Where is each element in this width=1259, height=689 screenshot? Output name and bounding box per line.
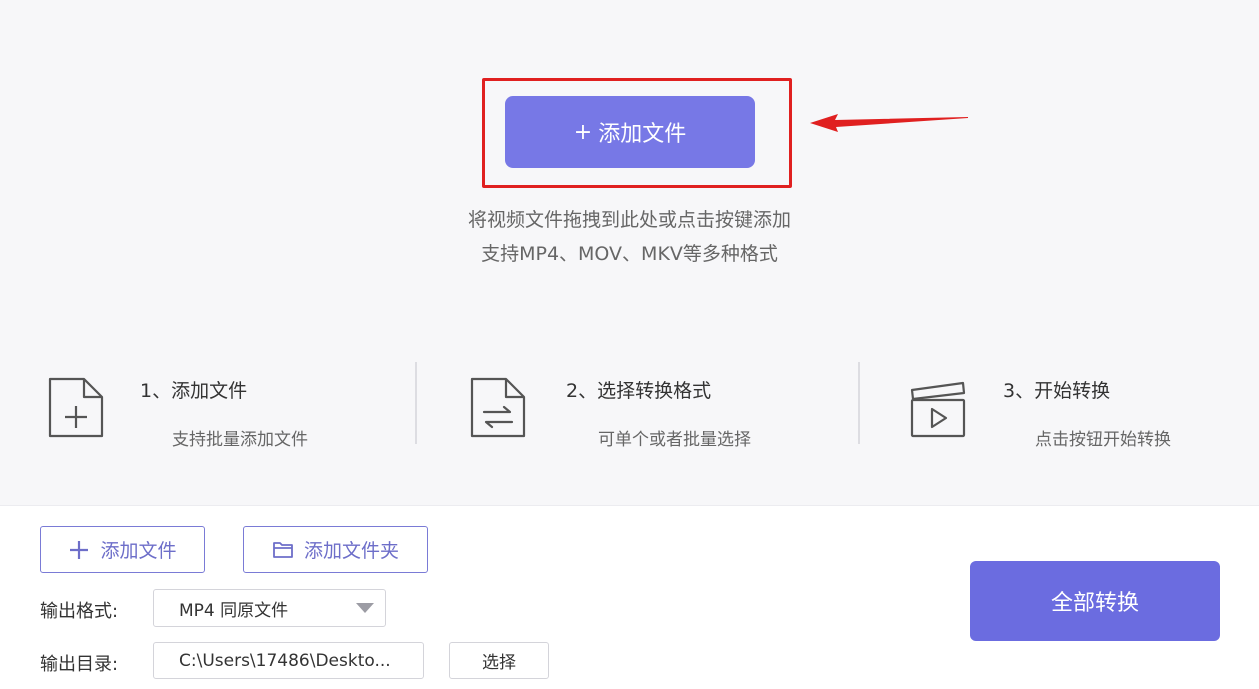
step-1-title: 1、添加文件 [140, 380, 248, 402]
output-format-label: 输出格式: [40, 601, 119, 622]
step-3-desc: 点击按钮开始转换 [1035, 430, 1171, 450]
add-file-button-label: 添加文件 [100, 540, 177, 562]
output-format-value: MP4 同原文件 [179, 600, 289, 621]
output-dir-value: C:\Users\17486\Deskto... [179, 650, 391, 671]
step-2-desc: 可单个或者批量选择 [598, 430, 751, 450]
output-dir-field[interactable]: C:\Users\17486\Deskto... [153, 642, 424, 679]
output-dir-label: 输出目录: [40, 654, 119, 675]
red-arrow-annotation-icon [810, 114, 968, 132]
step-divider [858, 362, 860, 444]
drop-hint-line1: 将视频文件拖拽到此处或点击按键添加 [467, 209, 791, 231]
add-file-icon [48, 377, 104, 438]
add-folder-button-label: 添加文件夹 [303, 540, 399, 562]
folder-icon [273, 541, 293, 558]
drop-zone[interactable]: + 添加文件 将视频文件拖拽到此处或点击按键添加 支持MP4、MOV、MKV等多… [0, 0, 1259, 506]
add-file-main-label: 添加文件 [598, 122, 687, 147]
convert-all-button-label: 全部转换 [1050, 591, 1139, 616]
output-format-select[interactable]: MP4 同原文件 [153, 589, 386, 627]
add-file-main-button[interactable]: + 添加文件 [505, 96, 755, 168]
step-1-desc: 支持批量添加文件 [172, 430, 308, 450]
choose-dir-button[interactable]: 选择 [449, 642, 549, 679]
caret-down-icon [356, 603, 374, 613]
choose-dir-button-label: 选择 [482, 653, 516, 673]
convert-file-icon [470, 377, 526, 438]
add-file-button[interactable]: 添加文件 [40, 526, 205, 573]
drop-hint-line2: 支持MP4、MOV、MKV等多种格式 [481, 243, 778, 265]
step-3-title: 3、开始转换 [1003, 380, 1111, 402]
clapper-play-icon [910, 381, 966, 438]
step-2-title: 2、选择转换格式 [566, 380, 712, 402]
step-divider [415, 362, 417, 444]
add-folder-button[interactable]: 添加文件夹 [243, 526, 428, 573]
steps-guide: 1、添加文件 支持批量添加文件 2、选择转换格式 可单个或者批量选择 3、开始转… [0, 362, 1259, 450]
plus-icon: + [573, 119, 593, 145]
convert-all-button[interactable]: 全部转换 [970, 561, 1220, 641]
plus-icon [70, 540, 89, 559]
